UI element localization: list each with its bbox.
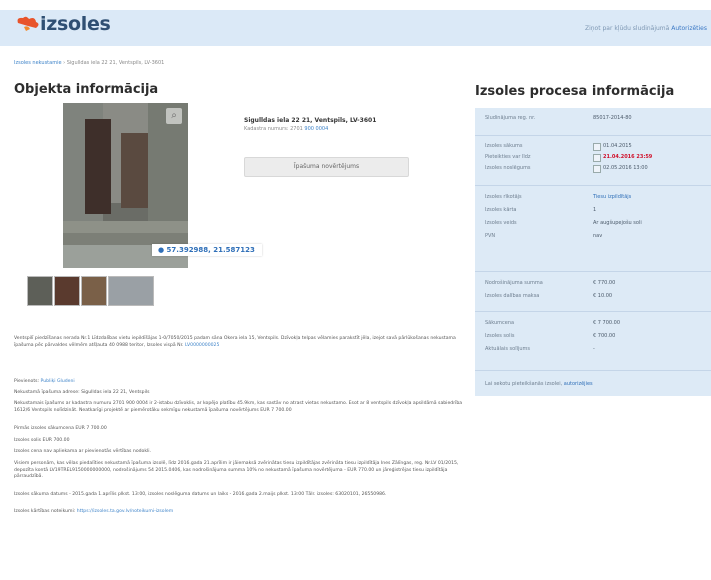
map-pin-icon: ● <box>158 246 165 254</box>
desc-link-1[interactable]: LV0000000025 <box>185 343 219 348</box>
row-auction-start: Izsoles sākums 01.04.2015 <box>485 143 632 151</box>
row-current-bid: Aktuālais solījums - <box>485 346 595 352</box>
cadastral-number: Kadastra numurs: 2701 900 0004 <box>244 126 328 132</box>
desc-paragraph-5: Pirmās izsoles sākumcena EUR 7 700.00 <box>14 426 107 431</box>
cadastral-link[interactable]: 900 0004 <box>304 126 328 132</box>
desc-link-10[interactable]: https://izsoles.ta.gov.lv/noteikumi-izso… <box>77 509 173 514</box>
object-info-title: Objekta informācija <box>14 82 159 97</box>
divider <box>475 135 711 136</box>
row-round: Izsoles kārta 1 <box>485 207 597 213</box>
login-to-follow-link[interactable]: autorizējies <box>564 381 593 387</box>
row-vat: PVN nav <box>485 233 603 239</box>
row-start-price: Sākumcena € 7 700.00 <box>485 320 621 326</box>
top-bar: izsoles Ziņot par kļūdu sludinājumā Auto… <box>0 10 711 46</box>
row-apply-until: Pieteikties var līdz 21.04.2016 23:59 <box>485 154 653 162</box>
calendar-icon <box>593 165 601 173</box>
row-auction-end: Izsoles noslēgums 02.05.2016 13:00 <box>485 165 648 173</box>
zoom-icon[interactable]: ⌕ <box>166 108 182 124</box>
organizer-link[interactable]: Tiesu izpildītājs <box>593 194 631 200</box>
desc-paragraph-3: Nekustamā īpašuma adrese: Sigulldas iela… <box>14 390 150 395</box>
desc-paragraph-7: Izsoles cena nav apliekama ar pievienotā… <box>14 449 152 454</box>
calendar-icon <box>593 154 601 162</box>
login-link[interactable]: Autorizēties <box>671 25 707 32</box>
cadastral-label: Kadastra numurs: 2701 <box>244 126 303 132</box>
thumbnail-4[interactable] <box>108 276 154 306</box>
desc-paragraph-2: Pievienots: Publiķi Gludeni <box>14 379 75 384</box>
valuation-button[interactable]: Īpašuma novērtējums <box>244 157 409 177</box>
property-address: Sigulldas iela 22 21, Ventspils, LV-3601 <box>244 117 377 124</box>
desc-paragraph-8: Visiem personām, kas vēlas piedalīties n… <box>14 461 459 480</box>
top-nav: Ziņot par kļūdu sludinājumā Autorizēties <box>585 25 707 32</box>
thumbnail-1[interactable] <box>27 276 53 306</box>
row-organizer: Izsoles rīkotājs Tiesu izpildītājs <box>485 194 632 200</box>
row-step: Izsoles solis € 700.00 <box>485 333 616 339</box>
coordinates-text: 57.392988, 21.587123 <box>166 246 255 254</box>
row-reg-nr: Sludinājuma reg. nr. 85017-2014-80 <box>485 115 632 121</box>
divider <box>475 370 711 371</box>
process-info-title: Izsoles procesa informācija <box>475 84 675 99</box>
follow-auction-note: Lai sekotu pieteikšanās izsolei, autoriz… <box>485 381 593 387</box>
divider <box>475 311 711 312</box>
thumbnail-3[interactable] <box>81 276 107 306</box>
desc-link-2[interactable]: Publiķi Gludeni <box>41 379 75 384</box>
breadcrumb-root[interactable]: Izsoles nekustamie <box>14 60 62 66</box>
divider <box>475 271 711 272</box>
calendar-icon <box>593 143 601 151</box>
divider <box>475 185 711 186</box>
coordinates-label[interactable]: ● 57.392988, 21.587123 <box>152 244 262 256</box>
row-deposit: Nodrošinājuma summa € 770.00 <box>485 280 616 286</box>
desc-paragraph-6: Izsoles solis EUR 700.00 <box>14 438 70 443</box>
desc-paragraph-9: Izsoles sākuma datums - 2015.gada 1.aprī… <box>14 492 387 497</box>
logo-text[interactable]: izsoles <box>40 13 111 35</box>
desc-paragraph-1: Ventspilī piedzīšanas nerada Nr.1 Līdzda… <box>14 336 456 348</box>
desc-paragraph-4: Nekustamais īpašums ar kadastra numuru 2… <box>14 401 463 413</box>
report-error-link[interactable]: Ziņot par kļūdu sludinājumā <box>585 25 669 32</box>
breadcrumb-current: Sigulldas iela 22 21, Ventspils, LV-3601 <box>66 60 165 66</box>
logo-icon <box>17 16 39 31</box>
thumbnail-2[interactable] <box>54 276 80 306</box>
desc-paragraph-10: Izsoles kārtības noteikumi: https://izso… <box>14 509 174 514</box>
breadcrumb: Izsoles nekustamie › Sigulldas iela 22 2… <box>14 60 164 66</box>
row-type: Izsoles veids Ar augšupejošu soli <box>485 220 642 226</box>
row-fee: Izsoles dalības maksa € 10.00 <box>485 293 613 299</box>
